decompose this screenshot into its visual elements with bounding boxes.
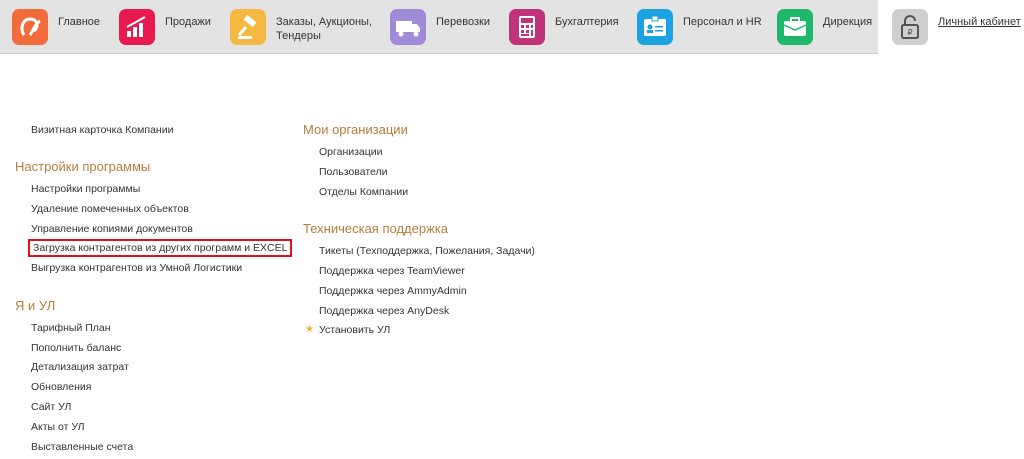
organizations-link[interactable]: Организации	[319, 146, 383, 158]
nav-transport[interactable]: Перевозки	[390, 0, 505, 53]
company-card-link[interactable]: Визитная карточка Компании	[31, 124, 173, 136]
logo-icon	[12, 9, 48, 45]
anydesk-support-link[interactable]: Поддержка через AnyDesk	[319, 305, 449, 317]
delete-marked-objects-link[interactable]: Удаление помеченных объектов	[31, 203, 189, 215]
nav-personal-cabinet[interactable]: ₽ Личный кабинет	[878, 0, 1024, 54]
install-ul-link[interactable]: Установить УЛ	[319, 324, 390, 336]
nav-main-label: Главное	[58, 16, 101, 28]
gavel-icon	[230, 9, 266, 45]
nav-orders-label-line2: Тендеры	[276, 30, 321, 42]
acts-link[interactable]: Акты от УЛ	[31, 421, 85, 433]
me-section-title: Я и УЛ	[15, 298, 56, 313]
truck-icon	[390, 9, 426, 45]
support-section-title: Техническая поддержка	[303, 221, 448, 236]
nav-directorate-label: Дирекция	[823, 16, 873, 28]
document-copies-link[interactable]: Управление копиями документов	[31, 223, 193, 235]
top-navigation-bar: Главное Продажи Заказы, Аукционы, Тендер…	[0, 0, 1024, 54]
teamviewer-support-link[interactable]: Поддержка через TeamViewer	[319, 265, 465, 277]
calculator-icon	[509, 9, 545, 45]
company-departments-link[interactable]: Отделы Компании	[319, 186, 408, 198]
id-card-icon	[637, 9, 673, 45]
import-counterparties-link[interactable]: Загрузка контрагентов из других программ…	[27, 239, 293, 257]
nav-directorate[interactable]: Дирекция	[777, 0, 877, 53]
nav-sales-label: Продажи	[165, 16, 211, 28]
unlock-icon: ₽	[892, 9, 928, 45]
svg-text:₽: ₽	[907, 28, 912, 37]
invoices-link[interactable]: Выставленные счета	[31, 441, 133, 453]
ammyadmin-support-link[interactable]: Поддержка через AmmyAdmin	[319, 285, 467, 297]
nav-orders[interactable]: Заказы, Аукционы, Тендеры	[230, 0, 380, 53]
users-link[interactable]: Пользователи	[319, 166, 388, 178]
settings-section-title: Настройки программы	[15, 159, 151, 174]
top-up-balance-link[interactable]: Пополнить баланс	[31, 342, 121, 354]
nav-personal-cabinet-label: Личный кабинет	[938, 16, 1021, 28]
nav-orders-label-line1: Заказы, Аукционы,	[276, 16, 372, 28]
tariff-plan-link[interactable]: Тарифный План	[31, 322, 111, 334]
nav-transport-label: Перевозки	[436, 16, 490, 28]
orgs-section-title: Мои организации	[303, 122, 408, 137]
site-link[interactable]: Сайт УЛ	[31, 401, 71, 413]
nav-orders-label: Заказы, Аукционы, Тендеры	[276, 15, 372, 43]
tickets-link[interactable]: Тикеты (Техподдержка, Пожелания, Задачи)	[319, 245, 535, 257]
nav-accounting[interactable]: Бухгалтерия	[509, 0, 631, 53]
nav-hr-label: Персонал и HR	[683, 16, 762, 28]
sales-chart-icon	[119, 9, 155, 45]
settings-link[interactable]: Настройки программы	[31, 183, 140, 195]
briefcase-icon	[777, 9, 813, 45]
nav-accounting-label: Бухгалтерия	[555, 16, 619, 28]
export-counterparties-link[interactable]: Выгрузка контрагентов из Умной Логистики	[31, 262, 242, 274]
cost-details-link[interactable]: Детализация затрат	[31, 361, 129, 373]
star-icon: ★	[305, 324, 314, 335]
nav-sales[interactable]: Продажи	[119, 0, 223, 53]
nav-main[interactable]: Главное	[12, 0, 112, 53]
updates-link[interactable]: Обновления	[31, 381, 91, 393]
nav-hr[interactable]: Персонал и HR	[637, 0, 771, 53]
